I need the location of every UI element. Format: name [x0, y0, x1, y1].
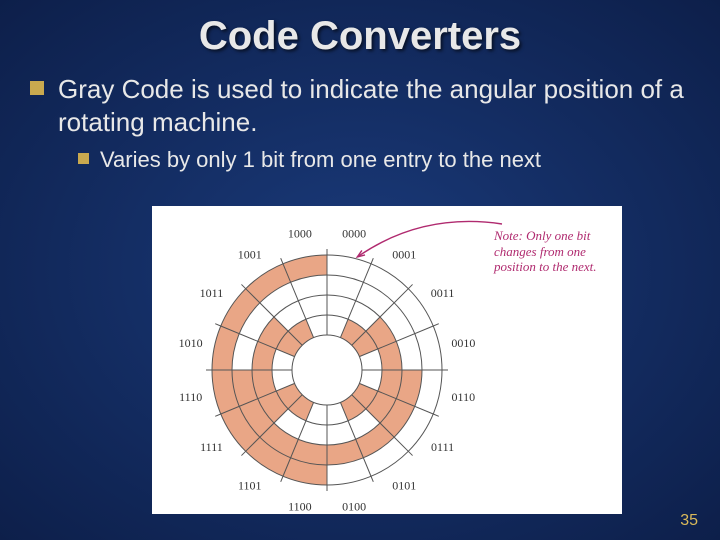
gray-code-label: 0110: [452, 390, 476, 404]
bullet-icon: [78, 153, 89, 164]
bullet-icon: [30, 81, 44, 95]
gray-code-label: 0111: [431, 440, 454, 454]
slide-title: Code Converters: [0, 0, 720, 69]
gray-code-label: 0000: [342, 227, 366, 241]
bullet-sub: Varies by only 1 bit from one entry to t…: [0, 142, 720, 178]
figure-note: Note: Only one bit changes from one posi…: [494, 228, 614, 275]
gray-code-label: 1101: [238, 479, 262, 493]
page-number: 35: [680, 512, 698, 530]
gray-code-label: 1000: [288, 227, 312, 241]
gray-code-label: 1011: [200, 286, 224, 300]
gray-code-label: 0001: [392, 247, 416, 261]
gray-code-label: 0101: [392, 479, 416, 493]
gray-code-label: 0011: [431, 286, 455, 300]
gray-code-label: 0100: [342, 499, 366, 513]
gray-code-figure: 0000 0001 0011 0010 0110 0111 0101 0100 1100 1101…: [152, 206, 622, 514]
gray-code-label: 1001: [238, 247, 262, 261]
bullet-main: Gray Code is used to indicate the angula…: [0, 69, 720, 142]
gray-code-label: 0010: [451, 336, 475, 350]
bullet-sub-text: Varies by only 1 bit from one entry to t…: [100, 146, 541, 174]
gray-code-label: 1111: [200, 440, 223, 454]
bullet-main-text: Gray Code is used to indicate the angula…: [58, 73, 690, 138]
gray-code-label: 1110: [179, 390, 202, 404]
gray-code-label: 1100: [288, 499, 312, 513]
gray-code-label: 1010: [179, 336, 203, 350]
